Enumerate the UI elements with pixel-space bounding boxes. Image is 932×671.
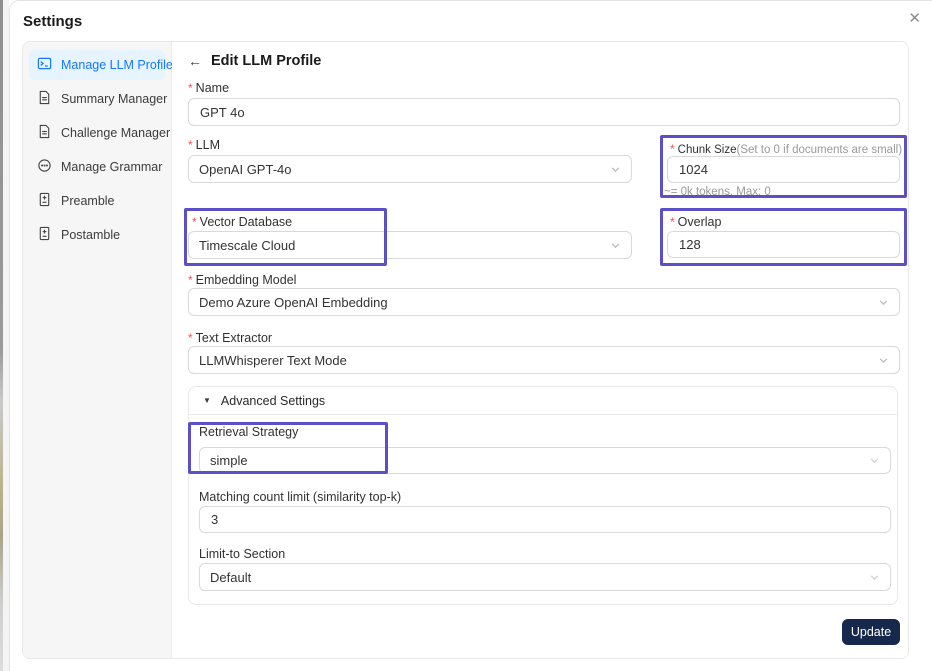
modal-header: Settings ✕: [10, 1, 932, 41]
required-asterisk: *: [188, 273, 193, 287]
terminal-icon: [37, 56, 52, 74]
embedding-model-select[interactable]: Demo Azure OpenAI Embedding: [188, 288, 900, 316]
limit-to-section-label: Limit-to Section: [199, 547, 285, 561]
advanced-settings-toggle[interactable]: ▼ Advanced Settings: [189, 387, 897, 415]
vector-database-select[interactable]: Timescale Cloud: [188, 231, 632, 259]
required-asterisk: *: [670, 215, 675, 229]
file-text-icon: [37, 124, 52, 142]
caret-down-icon: ▼: [203, 396, 211, 405]
advanced-settings-panel: ▼ Advanced Settings Retrieval Strategy s…: [188, 386, 898, 605]
sidebar-item-summary-manager[interactable]: Summary Manager: [29, 84, 165, 114]
chunk-size-hint: ~= 0k tokens, Max: 0: [664, 186, 771, 198]
sidebar-item-label: Postamble: [61, 228, 120, 242]
edit-llm-profile-panel: ← Edit LLM Profile *Name *LLM OpenAI GPT…: [172, 42, 908, 658]
modal-title: Settings: [23, 13, 82, 30]
chunk-size-label: *Chunk Size(Set to 0 if documents are sm…: [670, 142, 902, 156]
text-extractor-select[interactable]: LLMWhisperer Text Mode: [188, 346, 900, 374]
file-diff-icon: [37, 226, 52, 244]
file-text-icon: [37, 90, 52, 108]
vector-database-select-value: Timescale Cloud: [199, 238, 295, 253]
required-asterisk: *: [670, 142, 675, 156]
name-input[interactable]: [188, 98, 900, 126]
sidebar-item-challenge-manager[interactable]: Challenge Manager: [29, 118, 165, 148]
limit-to-section-select-value: Default: [210, 570, 251, 585]
close-icon[interactable]: ✕: [908, 11, 921, 26]
chunk-size-label-suffix: (Set to 0 if documents are small): [736, 144, 902, 156]
name-label: *Name: [188, 81, 229, 95]
chunk-size-input[interactable]: [667, 156, 900, 183]
retrieval-strategy-label: Retrieval Strategy: [199, 425, 298, 439]
retrieval-strategy-select-value: simple: [210, 453, 248, 468]
chevron-down-icon: [878, 355, 889, 366]
chevron-down-icon: [878, 297, 889, 308]
sidebar-item-label: Manage LLM Profiles: [61, 58, 179, 72]
settings-modal: Settings ✕ Manage LLM Profiles: [9, 0, 932, 671]
chevron-down-icon: [869, 455, 880, 466]
matching-count-limit-input[interactable]: [199, 506, 891, 533]
chevron-down-icon: [610, 240, 621, 251]
overlap-input[interactable]: [667, 231, 900, 258]
update-button[interactable]: Update: [842, 619, 900, 645]
sidebar-item-label: Manage Grammar: [61, 160, 162, 174]
matching-count-limit-label: Matching count limit (similarity top-k): [199, 490, 401, 504]
back-arrow-icon[interactable]: ←: [188, 53, 202, 69]
llm-select[interactable]: OpenAI GPT-4o: [188, 155, 632, 183]
sidebar-item-label: Preamble: [61, 194, 115, 208]
required-asterisk: *: [188, 138, 193, 152]
settings-body: Manage LLM Profiles Summary Manager: [22, 41, 909, 659]
text-extractor-select-value: LLMWhisperer Text Mode: [199, 353, 347, 368]
embedding-model-label: *Embedding Model: [188, 273, 296, 287]
file-diff-icon: [37, 192, 52, 210]
sidebar-item-label: Challenge Manager: [61, 126, 170, 140]
message-dots-icon: [37, 158, 52, 176]
advanced-settings-title: Advanced Settings: [221, 394, 325, 408]
chevron-down-icon: [610, 164, 621, 175]
required-asterisk: *: [188, 331, 193, 345]
sidebar-item-manage-llm-profiles[interactable]: Manage LLM Profiles: [29, 50, 165, 80]
required-asterisk: *: [188, 81, 193, 95]
llm-select-value: OpenAI GPT-4o: [199, 162, 292, 177]
required-asterisk: *: [192, 215, 197, 229]
sidebar-item-manage-grammar[interactable]: Manage Grammar: [29, 152, 165, 182]
sidebar-item-label: Summary Manager: [61, 92, 167, 106]
sidebar: Manage LLM Profiles Summary Manager: [23, 42, 172, 658]
sidebar-item-preamble[interactable]: Preamble: [29, 186, 165, 216]
embedding-model-select-value: Demo Azure OpenAI Embedding: [199, 295, 388, 310]
page-title: Edit LLM Profile: [211, 53, 321, 69]
vector-database-label: *Vector Database: [192, 215, 292, 229]
llm-label: *LLM: [188, 138, 220, 152]
text-extractor-label: *Text Extractor: [188, 331, 272, 345]
chevron-down-icon: [869, 572, 880, 583]
retrieval-strategy-select[interactable]: simple: [199, 447, 891, 474]
limit-to-section-select[interactable]: Default: [199, 563, 891, 591]
sidebar-item-postamble[interactable]: Postamble: [29, 220, 165, 250]
overlap-label: *Overlap: [670, 215, 721, 229]
